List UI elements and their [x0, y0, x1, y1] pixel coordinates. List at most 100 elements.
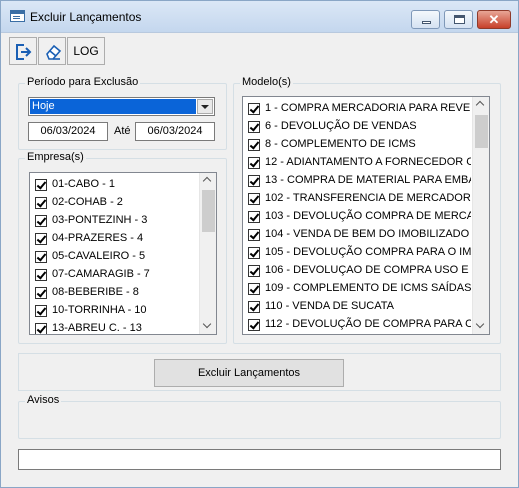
- chevron-down-icon[interactable]: [197, 99, 213, 114]
- clear-button[interactable]: [38, 37, 66, 65]
- scroll-down-icon[interactable]: [200, 318, 216, 334]
- list-item-label: 6 - DEVOLUÇÃO DE VENDAS: [265, 120, 417, 132]
- checkbox[interactable]: [35, 323, 47, 334]
- list-item-label: 109 - COMPLEMENTO DE ICMS SAÍDAS: [265, 282, 471, 294]
- list-item[interactable]: 103 - DEVOLUÇÃO COMPRA DE MERCAD: [243, 208, 471, 226]
- checkbox[interactable]: [248, 121, 260, 133]
- checkbox[interactable]: [248, 175, 260, 187]
- close-icon: ✕: [488, 12, 500, 27]
- list-item-label: 102 - TRANSFERENCIA DE MERCADORIA: [265, 192, 471, 204]
- list-item-label: 01-CABO - 1: [52, 178, 115, 190]
- periodo-select[interactable]: Hoje: [28, 97, 215, 116]
- checkbox[interactable]: [35, 251, 47, 263]
- checkbox[interactable]: [248, 139, 260, 151]
- checkbox[interactable]: [35, 179, 47, 191]
- date-from-field[interactable]: 06/03/2024: [28, 122, 108, 141]
- close-button[interactable]: ✕: [477, 10, 511, 29]
- empresas-list[interactable]: 01-CABO - 1 02-COHAB - 2 03-PONTEZINH - 3 0…: [29, 172, 217, 335]
- list-item-label: 103 - DEVOLUÇÃO COMPRA DE MERCAD: [265, 210, 471, 222]
- exit-icon: [16, 44, 32, 60]
- periodo-label: Período para Exclusão: [25, 76, 141, 88]
- list-item-label: 12 - ADIANTAMENTO A FORNECEDOR CI: [265, 156, 471, 168]
- list-item[interactable]: 105 - DEVOLUÇÃO COMPRA PARA O IMO: [243, 244, 471, 262]
- list-item-label: 112 - DEVOLUÇÃO DE COMPRA PARA O: [265, 318, 471, 330]
- list-item[interactable]: 05-CAVALEIRO - 5: [30, 248, 198, 266]
- list-item[interactable]: 02-COHAB - 2: [30, 194, 198, 212]
- list-item-label: 08-BEBERIBE - 8: [52, 286, 139, 298]
- excluir-lancamentos-button[interactable]: Excluir Lançamentos: [154, 359, 344, 387]
- list-item[interactable]: 08-BEBERIBE - 8: [30, 284, 198, 302]
- list-item[interactable]: 12 - ADIANTAMENTO A FORNECEDOR CI: [243, 154, 471, 172]
- list-item-label: 13 - COMPRA DE MATERIAL PARA EMBA: [265, 174, 471, 186]
- list-item-label: 03-PONTEZINH - 3: [52, 214, 148, 226]
- list-item[interactable]: 13 - COMPRA DE MATERIAL PARA EMBA: [243, 172, 471, 190]
- eraser-icon: [46, 44, 62, 60]
- list-item[interactable]: 106 - DEVOLUÇAO DE COMPRA USO E C: [243, 262, 471, 280]
- list-item[interactable]: 07-CAMARAGIB - 7: [30, 266, 198, 284]
- modelos-scrollbar[interactable]: [472, 97, 489, 334]
- list-item[interactable]: 8 - COMPLEMENTO DE ICMS: [243, 136, 471, 154]
- list-item[interactable]: 03-PONTEZINH - 3: [30, 212, 198, 230]
- list-item[interactable]: 01-CABO - 1: [30, 176, 198, 194]
- minimize-icon: [422, 21, 431, 24]
- list-item[interactable]: 13-ABREU C. - 13: [30, 320, 198, 334]
- checkbox[interactable]: [248, 193, 260, 205]
- checkbox[interactable]: [248, 283, 260, 295]
- list-item-label: 110 - VENDA DE SUCATA: [265, 300, 394, 312]
- list-item-label: 07-CAMARAGIB - 7: [52, 268, 150, 280]
- empresas-scrollbar[interactable]: [199, 173, 216, 334]
- log-button[interactable]: LOG: [67, 37, 105, 65]
- exit-button[interactable]: [9, 37, 37, 65]
- checkbox[interactable]: [35, 215, 47, 227]
- list-item[interactable]: 6 - DEVOLUÇÃO DE VENDAS: [243, 118, 471, 136]
- checkbox[interactable]: [35, 269, 47, 281]
- checkbox[interactable]: [248, 265, 260, 277]
- checkbox[interactable]: [248, 157, 260, 169]
- date-to-field[interactable]: 06/03/2024: [135, 122, 215, 141]
- empresas-label: Empresa(s): [25, 151, 86, 163]
- checkbox[interactable]: [248, 229, 260, 241]
- list-item-label: 105 - DEVOLUÇÃO COMPRA PARA O IMO: [265, 246, 471, 258]
- list-item-label: 10-TORRINHA - 10: [52, 304, 147, 316]
- scroll-thumb[interactable]: [202, 190, 215, 232]
- list-item[interactable]: 1 - COMPRA MERCADORIA PARA REVEN: [243, 100, 471, 118]
- title-bar[interactable]: Excluir Lançamentos ✕: [1, 1, 518, 33]
- list-item[interactable]: 102 - TRANSFERENCIA DE MERCADORIA: [243, 190, 471, 208]
- checkbox[interactable]: [248, 301, 260, 313]
- scroll-up-icon[interactable]: [473, 97, 489, 113]
- status-field: [18, 449, 501, 470]
- list-item[interactable]: 10-TORRINHA - 10: [30, 302, 198, 320]
- main-window: Excluir Lançamentos ✕ LOG Período para E…: [0, 0, 519, 488]
- checkbox[interactable]: [35, 197, 47, 209]
- window-title: Excluir Lançamentos: [30, 10, 142, 24]
- checkbox[interactable]: [35, 233, 47, 245]
- checkbox[interactable]: [248, 103, 260, 115]
- list-item[interactable]: 110 - VENDA DE SUCATA: [243, 298, 471, 316]
- window-app-icon: [10, 10, 25, 22]
- checkbox[interactable]: [35, 287, 47, 299]
- list-item-label: 104 - VENDA DE BEM DO IMOBILIZADO: [265, 228, 470, 240]
- scroll-thumb[interactable]: [475, 115, 488, 148]
- list-item[interactable]: 04-PRAZERES - 4: [30, 230, 198, 248]
- checkbox[interactable]: [248, 211, 260, 223]
- list-item-label: 8 - COMPLEMENTO DE ICMS: [265, 138, 416, 150]
- list-item-label: 05-CAVALEIRO - 5: [52, 250, 146, 262]
- list-item[interactable]: 112 - DEVOLUÇÃO DE COMPRA PARA O: [243, 316, 471, 334]
- scroll-down-icon[interactable]: [473, 318, 489, 334]
- modelos-list[interactable]: 1 - COMPRA MERCADORIA PARA REVEN 6 - DEVO…: [242, 96, 490, 335]
- maximize-button[interactable]: [444, 10, 473, 29]
- avisos-group: Avisos: [18, 394, 501, 439]
- checkbox[interactable]: [35, 305, 47, 317]
- list-item[interactable]: 109 - COMPLEMENTO DE ICMS SAÍDAS: [243, 280, 471, 298]
- maximize-icon: [454, 15, 465, 24]
- checkbox[interactable]: [248, 319, 260, 331]
- list-item-label: 04-PRAZERES - 4: [52, 232, 144, 244]
- checkbox[interactable]: [248, 247, 260, 259]
- list-item[interactable]: 104 - VENDA DE BEM DO IMOBILIZADO: [243, 226, 471, 244]
- scroll-up-icon[interactable]: [200, 173, 216, 189]
- list-item-label: 1 - COMPRA MERCADORIA PARA REVEN: [265, 102, 471, 114]
- minimize-button[interactable]: [411, 10, 440, 29]
- periodo-selected-value: Hoje: [30, 99, 196, 114]
- list-item-label: 106 - DEVOLUÇAO DE COMPRA USO E C: [265, 264, 471, 276]
- list-item-label: 02-COHAB - 2: [52, 196, 123, 208]
